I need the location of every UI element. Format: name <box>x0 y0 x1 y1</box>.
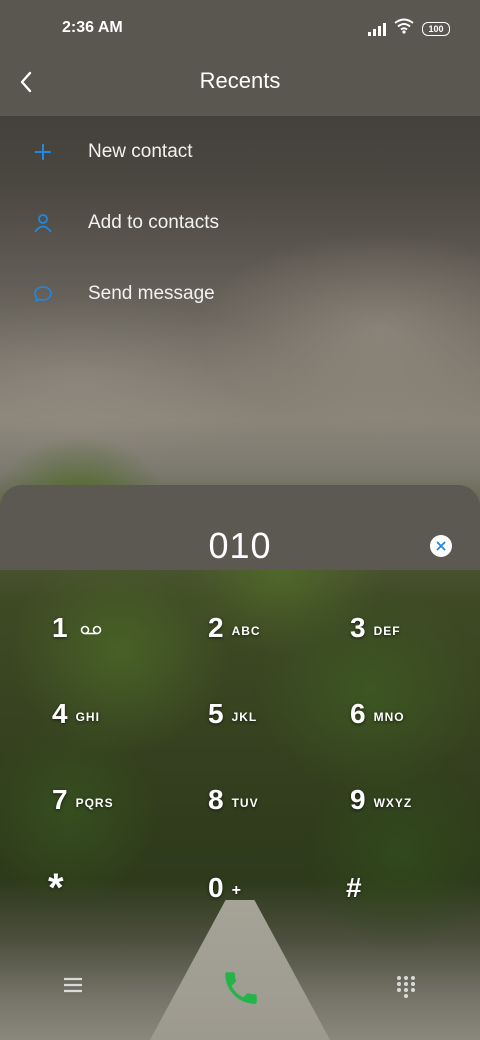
key-hash[interactable]: # <box>346 853 466 923</box>
battery-icon: 100 <box>422 21 450 36</box>
key-8[interactable]: 8 TUV <box>208 765 328 835</box>
key-digit: 5 <box>208 698 224 729</box>
menu-item-add-to-contacts[interactable]: Add to contacts <box>0 187 480 258</box>
signal-icon <box>368 22 386 36</box>
key-0[interactable]: 0 + <box>208 853 328 923</box>
recents-menu: New contact Add to contacts Send message <box>0 116 480 329</box>
key-digit: 6 <box>350 698 366 729</box>
key-5[interactable]: 5 JKL <box>208 679 328 749</box>
page-title: Recents <box>199 68 281 93</box>
key-letters: GHI <box>75 710 100 724</box>
voicemail-icon <box>80 622 102 640</box>
key-digit: 3 <box>350 612 366 643</box>
key-1[interactable]: 1 <box>52 593 172 663</box>
key-7[interactable]: 7 PQRS <box>52 765 172 835</box>
message-bubble-icon <box>30 281 56 307</box>
menu-item-label: New contact <box>88 140 193 162</box>
bottom-bar <box>0 960 480 1020</box>
key-6[interactable]: 6 MNO <box>350 679 470 749</box>
menu-item-send-message[interactable]: Send message <box>0 258 480 329</box>
key-digit: 1 <box>52 612 68 643</box>
menu-item-new-contact[interactable]: New contact <box>0 116 480 187</box>
key-letters: PQRS <box>75 796 114 810</box>
menu-item-label: Send message <box>88 282 215 304</box>
key-letters: + <box>231 882 242 899</box>
dialed-number-panel: 010 <box>0 485 480 570</box>
key-digit: # <box>346 872 362 903</box>
key-digit: * <box>48 865 64 910</box>
status-time: 2:36 AM <box>62 19 123 36</box>
key-4[interactable]: 4 GHI <box>52 679 172 749</box>
key-letters: DEF <box>373 624 401 638</box>
key-3[interactable]: 3 DEF <box>350 593 470 663</box>
key-digit: 8 <box>208 784 224 815</box>
dialed-number[interactable]: 010 <box>0 525 480 567</box>
phone-call-icon <box>225 972 257 1004</box>
key-star[interactable]: * <box>48 853 168 923</box>
dialpad-grid-icon <box>397 976 415 998</box>
menu-lines-icon <box>64 977 82 993</box>
menu-lines-button[interactable] <box>62 974 84 996</box>
status-icons: 100 <box>368 18 450 39</box>
key-digit: 7 <box>52 784 68 815</box>
status-bar: 2:36 AM 100 <box>0 0 480 56</box>
key-digit: 4 <box>52 698 68 729</box>
header: Recents <box>0 56 480 116</box>
key-letters: TUV <box>231 796 259 810</box>
key-9[interactable]: 9 WXYZ <box>350 765 470 835</box>
key-digit: 2 <box>208 612 224 643</box>
key-letters: WXYZ <box>373 796 413 810</box>
plus-icon <box>30 139 56 165</box>
key-letters: MNO <box>373 710 405 724</box>
wifi-icon <box>394 18 414 39</box>
clear-button[interactable] <box>430 535 452 557</box>
call-button[interactable] <box>218 966 264 1010</box>
key-digit: 0 <box>208 872 224 903</box>
key-letters: ABC <box>231 624 261 638</box>
menu-item-label: Add to contacts <box>88 211 219 233</box>
key-digit: 9 <box>350 784 366 815</box>
key-2[interactable]: 2 ABC <box>208 593 328 663</box>
key-letters: JKL <box>231 710 258 724</box>
clear-x-icon <box>436 541 446 551</box>
person-icon <box>30 210 56 236</box>
keypad-toggle-button[interactable] <box>394 974 418 998</box>
